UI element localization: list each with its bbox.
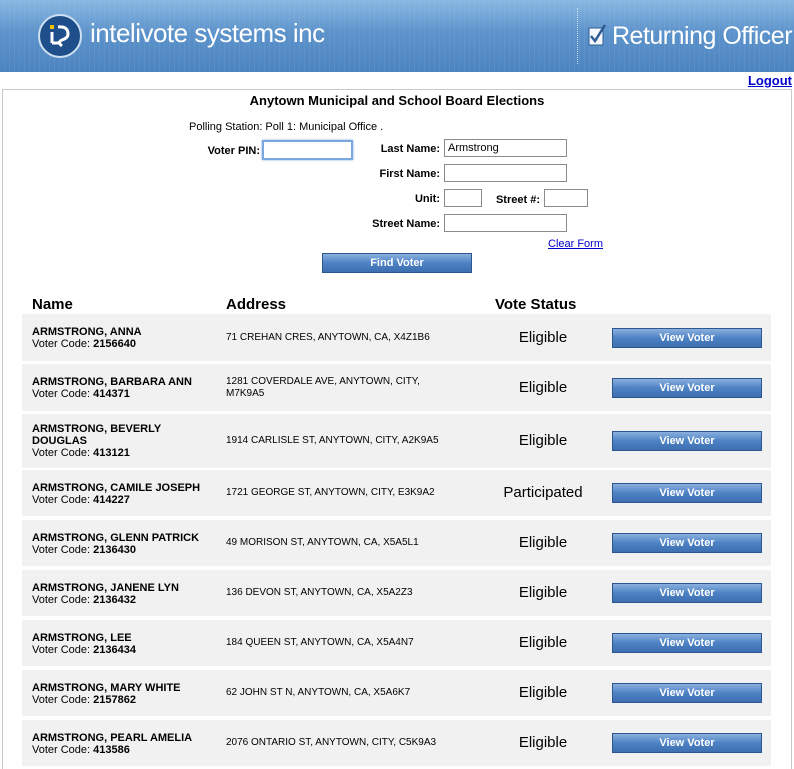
app-header: intelivote systems inc Returning Officer	[0, 0, 794, 72]
brand-name: intelivote systems inc	[90, 18, 325, 48]
column-header-name: Name	[32, 296, 73, 313]
voter-pin-input[interactable]	[262, 140, 353, 160]
voter-name: ARMSTRONG, PEARL AMELIA	[32, 732, 193, 744]
voter-code: Voter Code: 414371	[32, 388, 130, 400]
voter-code: Voter Code: 2136430	[32, 544, 136, 556]
voter-address: 1721 GEORGE ST, ANYTOWN, CITY, E3K9A2	[226, 487, 435, 498]
vote-status: Eligible	[518, 734, 568, 751]
voter-code-label: Voter Code:	[32, 388, 91, 400]
voter-row: ARMSTRONG, GLENN PATRICK Voter Code: 2136…	[22, 520, 771, 566]
street-name-label: Street Name:	[372, 218, 440, 230]
voter-row: ARMSTRONG, CAMILE JOSEPH Voter Code: 4142…	[22, 470, 771, 516]
voter-code: Voter Code: 2136434	[32, 644, 136, 656]
first-name-label: First Name:	[379, 168, 440, 180]
voter-code-value: 2136434	[93, 644, 136, 656]
view-voter-button[interactable]: View Voter	[612, 733, 762, 753]
voter-code-label: Voter Code:	[32, 744, 91, 756]
voter-name: ARMSTRONG, GLENN PATRICK	[32, 532, 200, 544]
logout-link[interactable]: Logout	[748, 73, 792, 88]
voter-code-value: 414227	[93, 494, 130, 506]
voter-address: 1281 COVERDALE AVE, ANYTOWN, CITY, M7K9A…	[226, 376, 420, 399]
voter-code-label: Voter Code:	[32, 494, 91, 506]
voter-row: ARMSTRONG, JANENE LYN Voter Code: 2136432…	[22, 570, 771, 616]
voter-row: ARMSTRONG, BEVERLY DOUGLAS Voter Code: 41…	[22, 414, 771, 468]
voter-name: ARMSTRONG, BEVERLY DOUGLAS	[32, 423, 161, 447]
voter-code-label: Voter Code:	[32, 644, 91, 656]
voter-code: Voter Code: 2136432	[32, 594, 136, 606]
voter-row: ARMSTRONG, LEE Voter Code: 2136434 184 QUE…	[22, 620, 771, 666]
vote-status: Eligible	[518, 684, 568, 701]
voter-code-value: 2157862	[93, 694, 136, 706]
voter-code-value: 413586	[93, 744, 130, 756]
clear-form-link[interactable]: Clear Form	[548, 238, 603, 250]
voter-code: Voter Code: 2157862	[32, 694, 136, 706]
ballot-check-icon	[588, 24, 606, 46]
voter-row: ARMSTRONG, BARBARA ANN Voter Code: 414371…	[22, 364, 771, 411]
voter-name: ARMSTRONG, CAMILE JOSEPH	[32, 482, 201, 494]
view-voter-button[interactable]: View Voter	[612, 633, 762, 653]
first-name-input[interactable]	[444, 164, 567, 182]
unit-input[interactable]	[444, 189, 482, 207]
view-voter-button[interactable]: View Voter	[612, 378, 762, 398]
voter-code-value: 414371	[93, 388, 130, 400]
vote-status: Eligible	[518, 534, 568, 551]
voter-address: 71 CREHAN CRES, ANYTOWN, CA, X4Z1B6	[226, 332, 430, 343]
voter-code: Voter Code: 413121	[32, 447, 130, 459]
view-voter-button[interactable]: View Voter	[612, 583, 762, 603]
voter-code-label: Voter Code:	[32, 338, 91, 350]
column-header-address: Address	[226, 296, 287, 313]
role-title: Returning Officer	[612, 22, 793, 50]
vote-status: Eligible	[518, 432, 568, 449]
view-voter-button[interactable]: View Voter	[612, 483, 762, 503]
brand-logo-icon	[38, 14, 82, 58]
voter-code-value: 413121	[93, 447, 130, 459]
voter-address: 184 QUEEN ST, ANYTOWN, CA, X5A4N7	[226, 637, 414, 648]
view-voter-button[interactable]: View Voter	[612, 533, 762, 553]
view-voter-button[interactable]: View Voter	[612, 683, 762, 703]
voter-code-label: Voter Code:	[32, 447, 91, 459]
header-divider	[577, 8, 578, 64]
find-voter-button[interactable]: Find Voter	[322, 253, 472, 273]
voter-name: ARMSTRONG, LEE	[32, 632, 132, 644]
vote-status: Eligible	[518, 329, 568, 346]
polling-station: Polling Station: Poll 1: Municipal Offic…	[189, 121, 384, 133]
voter-name: ARMSTRONG, BARBARA ANN	[32, 376, 192, 388]
voter-name: ARMSTRONG, JANENE LYN	[32, 582, 179, 594]
voter-pin-label: Voter PIN:	[207, 145, 260, 157]
voter-address: 2076 ONTARIO ST, ANYTOWN, CITY, C5K9A3	[226, 737, 437, 748]
voter-code-label: Voter Code:	[32, 544, 91, 556]
voter-name: ARMSTRONG, ANNA	[32, 326, 142, 338]
voter-code-value: 2136430	[93, 544, 136, 556]
voter-address: 136 DEVON ST, ANYTOWN, CA, X5A2Z3	[226, 587, 413, 598]
vote-status: Eligible	[518, 584, 568, 601]
voter-code-label: Voter Code:	[32, 694, 91, 706]
last-name-label: Last Name:	[380, 143, 440, 155]
street-number-input[interactable]	[544, 189, 588, 207]
vote-status: Eligible	[518, 379, 568, 396]
unit-label: Unit:	[414, 193, 440, 205]
vote-status: Participated	[503, 484, 583, 501]
voter-code: Voter Code: 413586	[32, 744, 130, 756]
voter-address: 49 MORISON ST, ANYTOWN, CA, X5A5L1	[226, 537, 419, 548]
vote-status: Eligible	[518, 634, 568, 651]
column-header-vote-status: Vote Status	[495, 296, 577, 313]
voter-name: ARMSTRONG, MARY WHITE	[32, 682, 181, 694]
street-number-label: Street #:	[495, 194, 540, 206]
street-name-input[interactable]	[444, 214, 567, 232]
last-name-input[interactable]	[444, 139, 567, 157]
voter-address: 62 JOHN ST N, ANYTOWN, CA, X5A6K7	[226, 687, 411, 698]
view-voter-button[interactable]: View Voter	[612, 328, 762, 348]
voter-address: 1914 CARLISLE ST, ANYTOWN, CITY, A2K9A5	[226, 435, 439, 446]
view-voter-button[interactable]: View Voter	[612, 431, 762, 451]
page-title: Anytown Municipal and School Board Elect…	[249, 93, 545, 108]
voter-code-value: 2156640	[93, 338, 136, 350]
voter-code-label: Voter Code:	[32, 594, 91, 606]
voter-code: Voter Code: 2156640	[32, 338, 136, 350]
voter-code-value: 2136432	[93, 594, 136, 606]
voter-row: ARMSTRONG, ANNA Voter Code: 2156640 71 CRE…	[22, 314, 771, 361]
voter-row: ARMSTRONG, PEARL AMELIA Voter Code: 41358…	[22, 720, 771, 766]
voter-row: ARMSTRONG, MARY WHITE Voter Code: 2157862…	[22, 670, 771, 716]
voter-code: Voter Code: 414227	[32, 494, 130, 506]
